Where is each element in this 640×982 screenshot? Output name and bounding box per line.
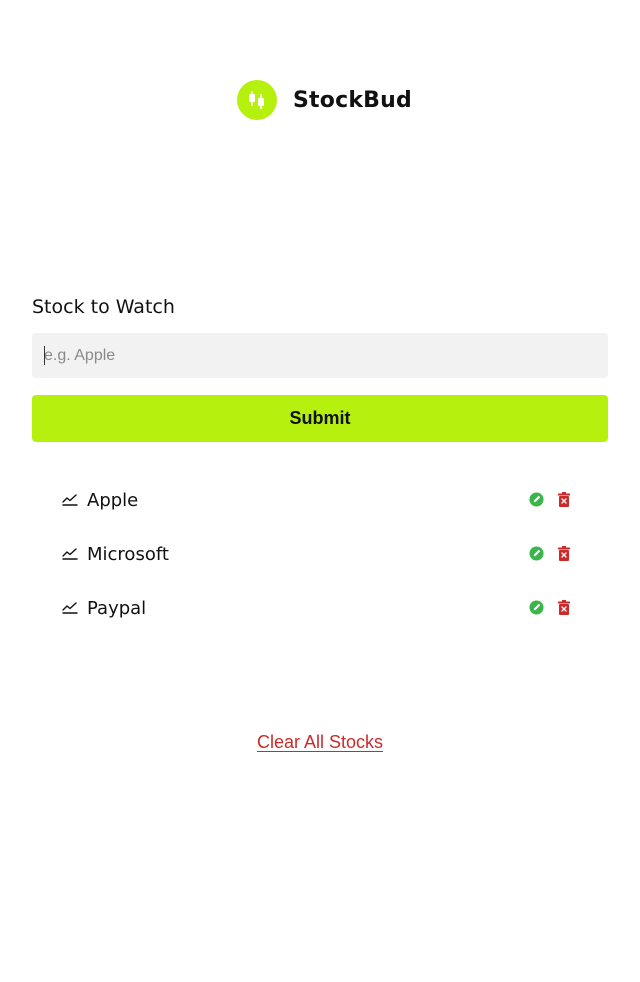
trash-icon[interactable] [556, 545, 572, 561]
app-title: StockBud [293, 87, 412, 113]
stock-list-item: Paypal [62, 592, 578, 646]
clear-all-stocks-link[interactable]: Clear All Stocks [0, 732, 640, 753]
stock-name: Apple [87, 490, 139, 511]
stock-list-item: Apple [62, 484, 578, 538]
stock-list: Apple Microsoft Paypal [62, 484, 578, 646]
submit-button[interactable]: Submit [32, 395, 608, 442]
candlestick-chart-icon [237, 80, 277, 120]
stock-search-input[interactable] [32, 333, 608, 378]
edit-icon[interactable] [528, 545, 544, 561]
stock-name: Microsoft [87, 544, 169, 565]
text-caret [44, 346, 45, 365]
trash-icon[interactable] [556, 599, 572, 615]
row-actions [528, 491, 572, 507]
edit-icon[interactable] [528, 599, 544, 615]
trend-line-icon [62, 602, 78, 614]
stock-input-label: Stock to Watch [32, 296, 175, 318]
row-actions [528, 545, 572, 561]
stock-name: Paypal [87, 598, 147, 619]
stock-list-item: Microsoft [62, 538, 578, 592]
trend-line-icon [62, 494, 78, 506]
trash-icon[interactable] [556, 491, 572, 507]
trend-line-icon [62, 548, 78, 560]
edit-icon[interactable] [528, 491, 544, 507]
row-actions [528, 599, 572, 615]
app-header: StockBud [237, 80, 412, 120]
